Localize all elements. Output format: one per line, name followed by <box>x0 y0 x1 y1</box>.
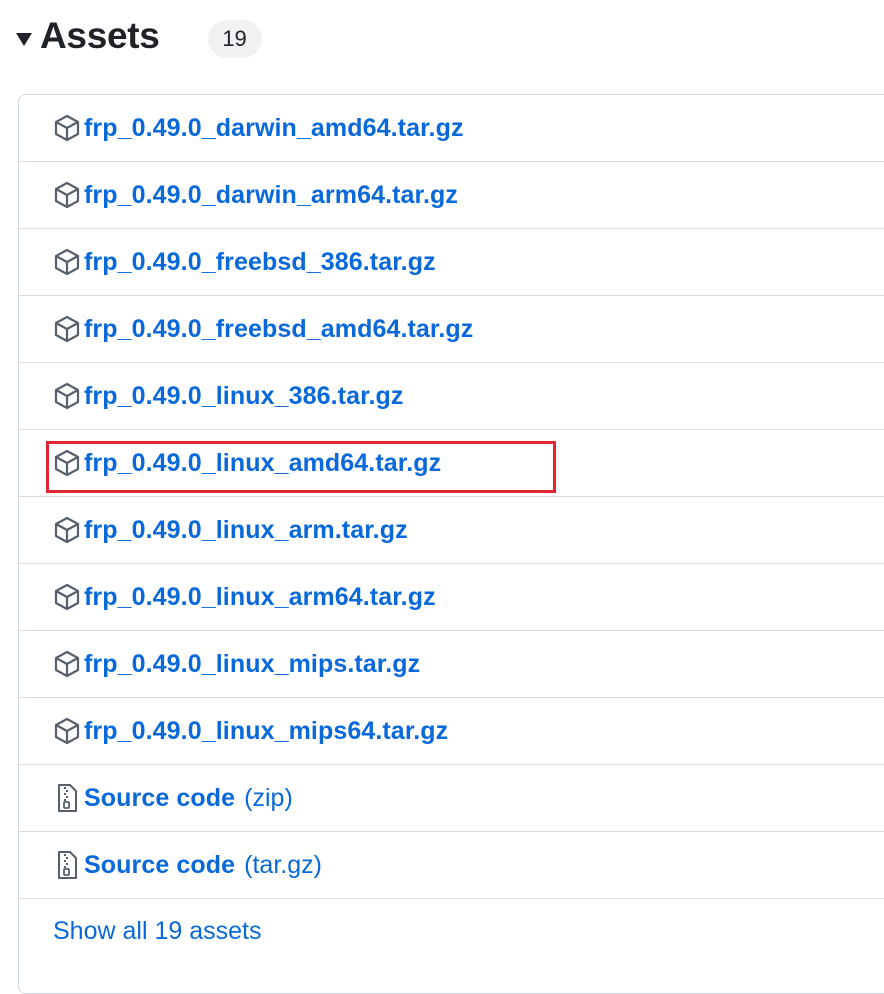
asset-row: frp_0.49.0_linux_mips.tar.gz <box>19 631 884 698</box>
assets-count-badge: 19 <box>207 20 262 58</box>
asset-row: frp_0.49.0_linux_arm.tar.gz <box>19 497 884 564</box>
package-icon <box>53 649 81 679</box>
package-icon <box>53 113 81 143</box>
asset-name: frp_0.49.0_linux_arm.tar.gz <box>84 515 408 544</box>
asset-row: frp_0.49.0_darwin_arm64.tar.gz <box>19 162 884 229</box>
asset-row: frp_0.49.0_freebsd_amd64.tar.gz <box>19 296 884 363</box>
asset-link[interactable]: frp_0.49.0_darwin_amd64.tar.gz <box>53 113 464 143</box>
source-code-row: Source code (zip) <box>19 765 884 832</box>
assets-header[interactable]: Assets 19 <box>16 8 262 64</box>
asset-link[interactable]: frp_0.49.0_linux_386.tar.gz <box>53 381 404 411</box>
asset-name: frp_0.49.0_linux_mips64.tar.gz <box>84 716 449 745</box>
source-code-format: (tar.gz) <box>244 850 322 879</box>
package-icon <box>53 381 81 411</box>
package-icon <box>53 247 81 277</box>
file-zip-icon <box>53 850 81 880</box>
caret-down-icon[interactable] <box>16 32 32 46</box>
asset-row: frp_0.49.0_linux_arm64.tar.gz <box>19 564 884 631</box>
assets-title: Assets <box>40 15 160 56</box>
show-all-assets-link[interactable]: Show all 19 assets <box>53 917 261 946</box>
source-code-targz-link[interactable]: Source code (tar.gz) <box>53 850 322 880</box>
file-zip-icon <box>53 783 81 813</box>
package-icon <box>53 515 81 545</box>
asset-link[interactable]: frp_0.49.0_freebsd_amd64.tar.gz <box>53 314 473 344</box>
asset-link[interactable]: frp_0.49.0_linux_mips.tar.gz <box>53 649 420 679</box>
source-code-format: (zip) <box>244 783 293 812</box>
source-code-row: Source code (tar.gz) <box>19 832 884 899</box>
asset-row: frp_0.49.0_linux_amd64.tar.gz <box>19 430 884 497</box>
source-code-zip-link[interactable]: Source code (zip) <box>53 783 293 813</box>
package-icon <box>53 180 81 210</box>
asset-name: frp_0.49.0_darwin_arm64.tar.gz <box>84 180 459 209</box>
asset-name: frp_0.49.0_linux_mips.tar.gz <box>84 649 421 678</box>
asset-name: frp_0.49.0_freebsd_amd64.tar.gz <box>84 314 474 343</box>
asset-name: frp_0.49.0_freebsd_386.tar.gz <box>84 247 436 276</box>
asset-row: frp_0.49.0_freebsd_386.tar.gz <box>19 229 884 296</box>
asset-name: frp_0.49.0_darwin_amd64.tar.gz <box>84 113 464 142</box>
package-icon <box>53 448 81 478</box>
asset-link[interactable]: frp_0.49.0_linux_mips64.tar.gz <box>53 716 448 746</box>
asset-row: frp_0.49.0_linux_mips64.tar.gz <box>19 698 884 765</box>
asset-name: frp_0.49.0_linux_amd64.tar.gz <box>84 448 442 477</box>
asset-name: frp_0.49.0_linux_arm64.tar.gz <box>84 582 436 611</box>
asset-link[interactable]: frp_0.49.0_darwin_arm64.tar.gz <box>53 180 458 210</box>
asset-link[interactable]: frp_0.49.0_linux_amd64.tar.gz <box>53 448 441 478</box>
asset-row: frp_0.49.0_linux_386.tar.gz <box>19 363 884 430</box>
assets-list: frp_0.49.0_darwin_amd64.tar.gz frp_0.49.… <box>18 94 884 994</box>
source-code-label: Source code <box>84 783 236 812</box>
asset-link[interactable]: frp_0.49.0_linux_arm.tar.gz <box>53 515 408 545</box>
source-code-label: Source code <box>84 850 236 879</box>
asset-name: frp_0.49.0_linux_386.tar.gz <box>84 381 404 410</box>
package-icon <box>53 314 81 344</box>
package-icon <box>53 716 81 746</box>
asset-link[interactable]: frp_0.49.0_freebsd_386.tar.gz <box>53 247 436 277</box>
package-icon <box>53 582 81 612</box>
asset-row: frp_0.49.0_darwin_amd64.tar.gz <box>19 95 884 162</box>
asset-link[interactable]: frp_0.49.0_linux_arm64.tar.gz <box>53 582 436 612</box>
